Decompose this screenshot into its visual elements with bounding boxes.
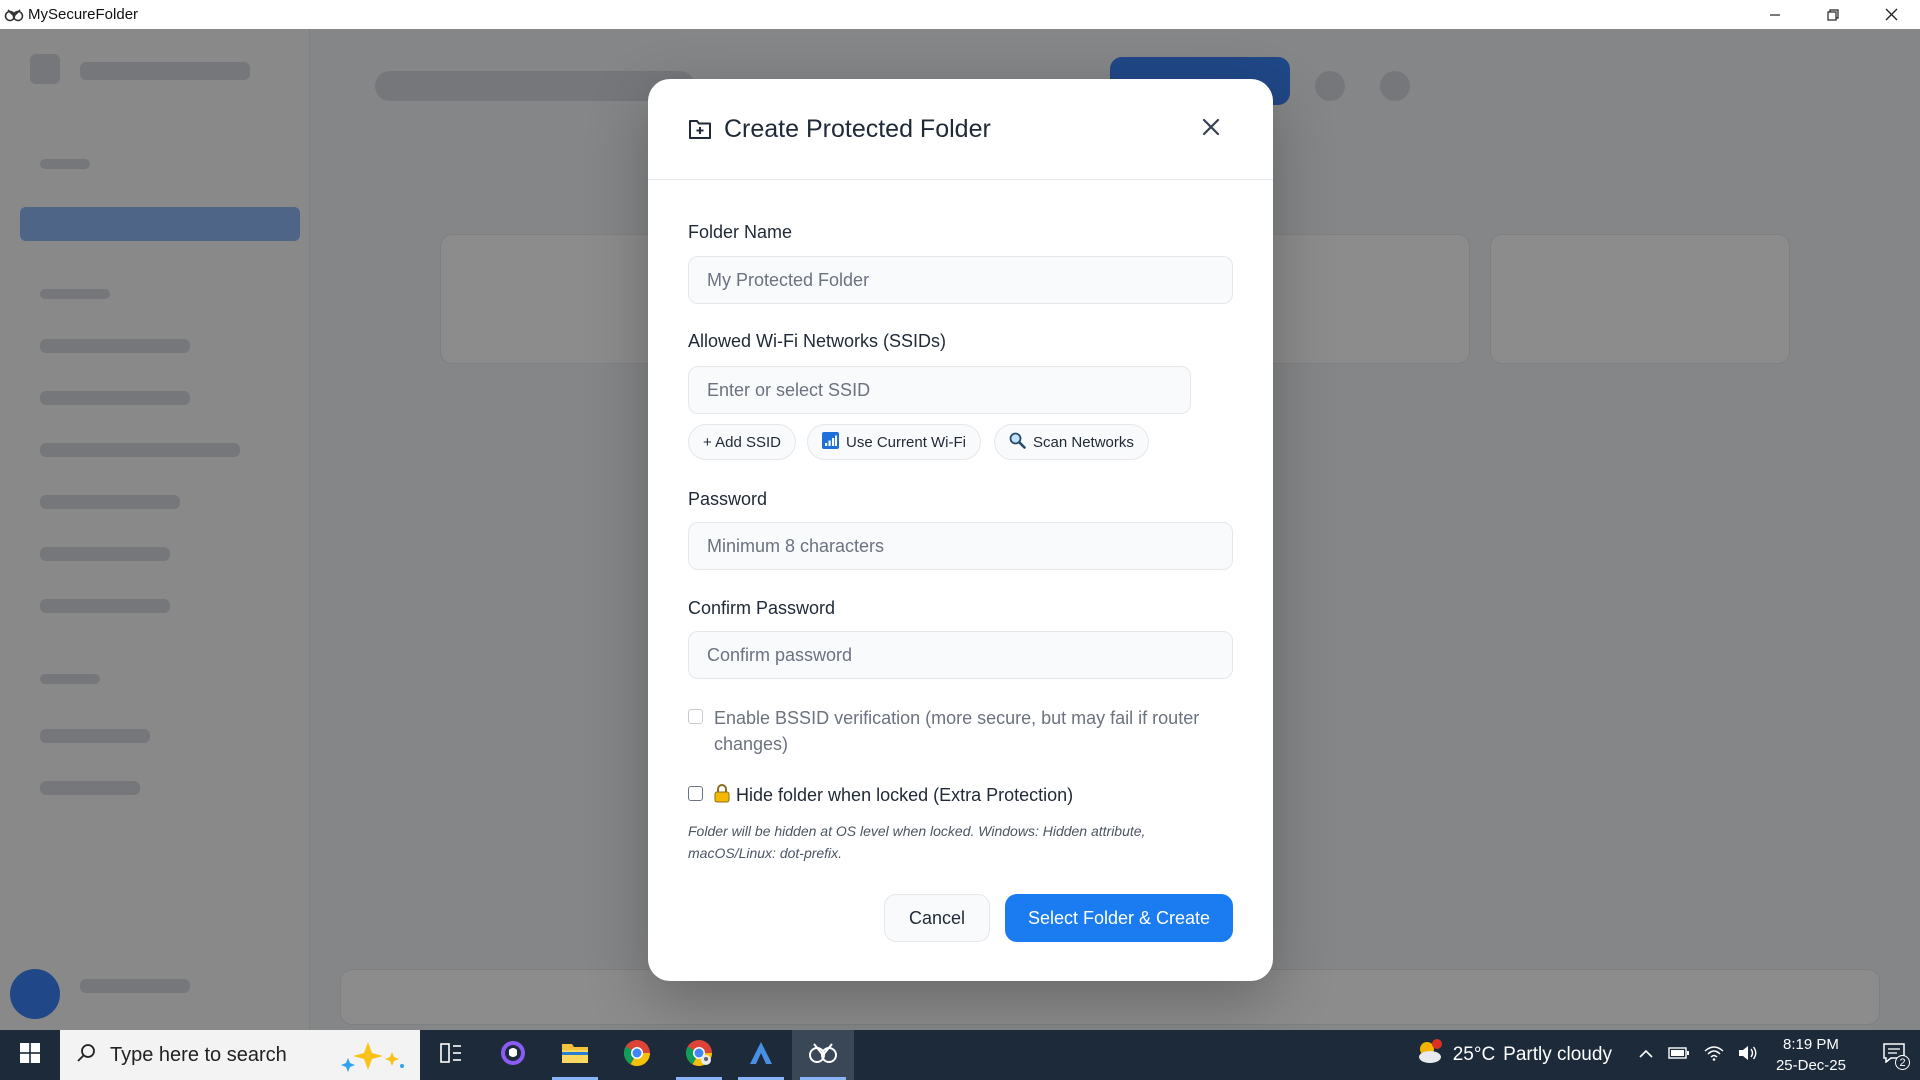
- wifi-icon[interactable]: [1704, 1045, 1724, 1066]
- app-logo-icon: [4, 7, 24, 23]
- bssid-checkbox[interactable]: [688, 709, 703, 724]
- window-title: MySecureFolder: [28, 6, 139, 23]
- scan-networks-label: Scan Networks: [1033, 433, 1134, 451]
- taskbar-clock[interactable]: 8:19 PM 25-Dec-25: [1776, 1034, 1846, 1076]
- search-icon: [76, 1043, 96, 1068]
- bssid-option-row: Enable BSSID verification (more secure, …: [688, 705, 1214, 757]
- password-input[interactable]: [688, 522, 1233, 570]
- modal-title: Create Protected Folder: [724, 114, 991, 143]
- bssid-option-label: Enable BSSID verification (more secure, …: [714, 708, 1200, 754]
- restore-button[interactable]: [1804, 0, 1862, 29]
- taskbar: Type here to search 25°C Partly cloudy 8…: [0, 1030, 1920, 1080]
- tray-icons: [1638, 1045, 1758, 1066]
- task-view-icon: [440, 1042, 462, 1068]
- hide-option-row: Hide folder when locked (Extra Protectio…: [688, 782, 1073, 810]
- notification-center-button[interactable]: 2: [1874, 1030, 1914, 1080]
- hide-option-hint: Folder will be hidden at OS level when l…: [688, 823, 1146, 861]
- mysecurefolder-app-icon: [808, 1040, 838, 1071]
- password-label: Password: [688, 489, 768, 509]
- magnifier-icon: [1009, 432, 1026, 453]
- github-icon: [500, 1040, 526, 1071]
- volume-icon[interactable]: [1738, 1045, 1758, 1066]
- weather-widget[interactable]: 25°C Partly cloudy: [1415, 1038, 1612, 1072]
- weather-temp: 25°C: [1452, 1044, 1496, 1065]
- confirm-password-input[interactable]: [688, 631, 1233, 679]
- close-window-button[interactable]: [1862, 0, 1920, 29]
- app-a-icon: [748, 1040, 774, 1071]
- folder-icon: [561, 1041, 589, 1070]
- cancel-button[interactable]: Cancel: [884, 894, 990, 942]
- chrome-profile-icon: [685, 1039, 713, 1072]
- chrome-icon: [623, 1039, 651, 1072]
- hide-option-text: Hide folder when locked (Extra Protectio…: [714, 782, 1073, 810]
- clock-date: 25-Dec-25: [1775, 1057, 1846, 1074]
- hide-option-label: Hide folder when locked (Extra Protectio…: [736, 785, 1074, 805]
- folder-plus-icon: [688, 116, 714, 142]
- file-explorer-taskbar-button[interactable]: [544, 1030, 606, 1080]
- minimize-button[interactable]: [1746, 0, 1804, 29]
- taskbar-search-placeholder: Type here to search: [110, 1043, 287, 1066]
- ssid-label: Allowed Wi-Fi Networks (SSIDs): [688, 331, 947, 351]
- select-folder-create-button[interactable]: Select Folder & Create: [1005, 894, 1233, 942]
- create-folder-modal: Create Protected Folder Folder Name Allo…: [648, 79, 1273, 981]
- add-ssid-label: + Add SSID: [703, 433, 781, 451]
- lock-icon: [714, 783, 730, 810]
- task-view-button[interactable]: [420, 1030, 482, 1080]
- notification-count-badge: 2: [1895, 1055, 1910, 1070]
- chrome-profile-taskbar-button[interactable]: [668, 1030, 730, 1080]
- window-titlebar: MySecureFolder: [0, 0, 1920, 29]
- battery-icon[interactable]: [1668, 1046, 1690, 1064]
- modal-header: Create Protected Folder: [648, 79, 1273, 180]
- use-current-wifi-button[interactable]: Use Current Wi-Fi: [807, 424, 982, 460]
- ssid-input[interactable]: [688, 366, 1191, 414]
- weather-condition: Partly cloudy: [1503, 1044, 1612, 1065]
- folder-name-input[interactable]: [688, 256, 1233, 304]
- hide-folder-checkbox[interactable]: [688, 786, 703, 801]
- windows-logo-icon: [20, 1042, 40, 1068]
- confirm-password-label: Confirm Password: [688, 598, 836, 618]
- use-current-wifi-label: Use Current Wi-Fi: [846, 433, 967, 451]
- partly-cloudy-icon: [1415, 1038, 1445, 1072]
- start-button[interactable]: [0, 1030, 60, 1080]
- add-ssid-button[interactable]: + Add SSID: [688, 424, 796, 460]
- taskbar-search[interactable]: Type here to search: [60, 1030, 420, 1080]
- mysecurefolder-taskbar-button[interactable]: [792, 1030, 854, 1080]
- app-a-taskbar-button[interactable]: [730, 1030, 792, 1080]
- sparkle-icon: [338, 1040, 408, 1077]
- chevron-up-icon[interactable]: [1638, 1046, 1654, 1064]
- close-modal-button[interactable]: [1197, 115, 1225, 143]
- chrome-taskbar-button[interactable]: [606, 1030, 668, 1080]
- close-icon: [1202, 118, 1220, 141]
- scan-networks-button[interactable]: Scan Networks: [994, 424, 1149, 460]
- github-desktop-taskbar-button[interactable]: [482, 1030, 544, 1080]
- system-tray: 25°C Partly cloudy 8:19 PM 25-Dec-25 2: [1415, 1030, 1920, 1080]
- wifi-signal-icon: [822, 431, 839, 453]
- clock-time: 8:19 PM: [1783, 1036, 1839, 1053]
- folder-name-label: Folder Name: [688, 222, 793, 242]
